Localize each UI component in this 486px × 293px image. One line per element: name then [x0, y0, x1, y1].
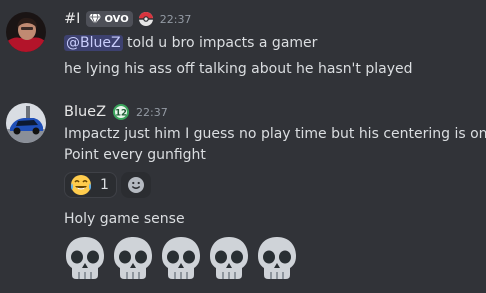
skull-emoji [162, 237, 200, 279]
avatar-car-image [6, 103, 46, 143]
message-text: he lying his ass off talking about he ha… [64, 61, 413, 77]
message-line: Impactz just him I guess no play time bu… [64, 124, 486, 144]
message-text: Impactz just him I guess no play time bu… [64, 126, 486, 142]
message-text: told u bro impacts a gamer [122, 35, 318, 51]
username[interactable]: #I [64, 11, 80, 27]
skull-emoji [114, 237, 152, 279]
guild-tag-label: OVO [104, 13, 129, 25]
message-text: Point every gunfight [64, 147, 206, 163]
user-mention[interactable]: @BlueZ [64, 35, 123, 51]
diamond-icon [89, 14, 102, 24]
message-line: @BlueZ told u bro impacts a gamer [64, 33, 317, 53]
pokeball-icon [138, 12, 153, 26]
message-text: Holy game sense [64, 211, 185, 227]
add-reaction-button[interactable] [121, 172, 151, 198]
avatar[interactable] [6, 12, 46, 52]
message-line: Point every gunfight [64, 145, 206, 165]
avatar[interactable] [6, 103, 46, 143]
skull-emoji [258, 237, 296, 279]
username[interactable]: BlueZ [64, 104, 106, 120]
level-badge-text: 12 [115, 108, 127, 118]
joy-emoji-icon [71, 175, 91, 195]
skull-emoji [66, 237, 104, 279]
message-line: Holy game sense [64, 209, 185, 229]
reaction-button[interactable]: 1 [64, 172, 117, 198]
avatar-person-image [6, 12, 46, 52]
level-badge[interactable]: 12 [112, 103, 130, 121]
add-emoji-icon [128, 177, 144, 193]
level-badge-icon: 12 [113, 104, 130, 120]
timestamp: 22:37 [136, 105, 168, 119]
message-line: he lying his ass off talking about he ha… [64, 59, 413, 79]
skull-emoji [210, 237, 248, 279]
timestamp: 22:37 [159, 12, 192, 26]
reaction-count: 1 [100, 177, 109, 193]
guild-tag[interactable]: OVO [86, 11, 133, 27]
emoji-row [63, 235, 303, 283]
role-icon[interactable] [138, 11, 154, 27]
